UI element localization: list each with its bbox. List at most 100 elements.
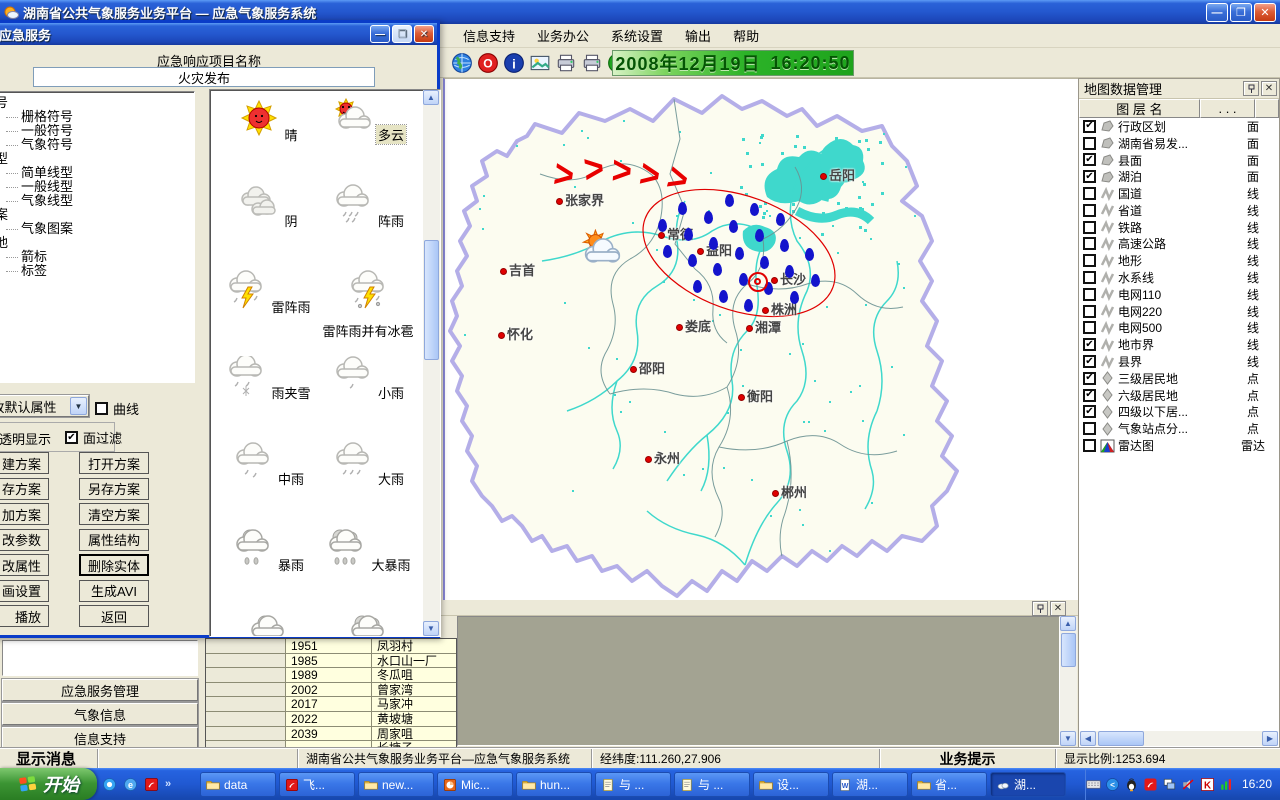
quick-launch-overflow-icon[interactable]: »	[165, 778, 171, 790]
msn-icon[interactable]	[102, 777, 117, 792]
layer-checkbox[interactable]: ✔	[1083, 405, 1096, 418]
close-icon[interactable]: ✕	[1050, 601, 1066, 616]
task-button-省...[interactable]: 省...	[911, 772, 987, 797]
dialog-button-建方案[interactable]: 建方案	[0, 452, 49, 474]
globe-icon[interactable]	[450, 51, 474, 75]
task-button-new...[interactable]: new...	[358, 772, 434, 797]
task-button-飞...[interactable]: 飞...	[279, 772, 355, 797]
layer-row-湖泊[interactable]: ✔湖泊面	[1079, 168, 1279, 185]
layer-checkbox[interactable]	[1083, 422, 1096, 435]
project-name-input[interactable]	[33, 67, 375, 87]
message-listbox[interactable]	[2, 640, 198, 676]
task-button-湖...[interactable]: 湖...	[990, 772, 1066, 797]
layer-row-地市界[interactable]: ✔地市界线	[1079, 336, 1279, 353]
table-row[interactable]: 2022黄坡塘	[206, 712, 456, 727]
layer-checkbox[interactable]: ✔	[1083, 153, 1096, 166]
layer-row-电网110[interactable]: 电网110线	[1079, 286, 1279, 303]
scroll-up-icon[interactable]: ▲	[1060, 616, 1076, 631]
dialog-button-生成AVI[interactable]: 生成AVI	[79, 580, 149, 602]
pin-icon[interactable]	[1032, 601, 1048, 616]
layer-row-县界[interactable]: ✔县界线	[1079, 353, 1279, 370]
weather-symbol-中雨[interactable]: 中雨	[218, 442, 318, 488]
scroll-down-icon[interactable]: ▼	[423, 621, 439, 636]
table-row[interactable]: 1985水口山一厂	[206, 654, 456, 669]
weather-symbol-阵雨[interactable]: 阵雨	[318, 184, 418, 230]
scroll-up-icon[interactable]: ▲	[423, 90, 439, 105]
tree-item-气象图案[interactable]: 气象图案	[0, 222, 194, 236]
layer-checkbox[interactable]	[1083, 288, 1096, 301]
tree-item-简单线型[interactable]: 简单线型	[0, 166, 194, 180]
weather-symbol-小雨[interactable]: 小雨	[318, 356, 418, 402]
dialog-button-画设置[interactable]: 画设置	[0, 580, 49, 602]
weather-symbol-阴[interactable]: 阴	[218, 184, 318, 230]
traffic-icon[interactable]	[1219, 777, 1234, 792]
station-table[interactable]: 1951凤羽村1985水口山一厂1989冬瓜咀2002曾家湾2017马家冲202…	[205, 638, 457, 758]
dialog-button-删除实体[interactable]: 删除实体	[79, 554, 149, 576]
scroll-left-icon[interactable]: ◀	[1080, 731, 1096, 746]
weather-symbol-晴[interactable]: 晴	[218, 98, 318, 144]
layer-checkbox[interactable]	[1083, 187, 1096, 200]
layer-row-国道[interactable]: 国道线	[1079, 185, 1279, 202]
layer-row-高速公路[interactable]: 高速公路线	[1079, 236, 1279, 253]
tree-root-图案[interactable]: 图案	[0, 208, 194, 222]
layer-row-三级居民地[interactable]: ✔三级居民地点	[1079, 370, 1279, 387]
weather-symbol-extra[interactable]	[318, 614, 418, 637]
layer-row-六级居民地[interactable]: ✔六级居民地点	[1079, 387, 1279, 404]
scroll-right-icon[interactable]: ▶	[1262, 731, 1278, 746]
face-filter-checkbox[interactable]: ✔	[65, 431, 78, 444]
stop-icon[interactable]: O	[476, 51, 500, 75]
dialog-button-加方案[interactable]: 加方案	[0, 503, 49, 525]
tree-item-气象符号[interactable]: 气象符号	[0, 138, 194, 152]
tree-item-栅格符号[interactable]: 栅格符号	[0, 110, 194, 124]
table-row[interactable]: 1989冬瓜咀	[206, 668, 456, 683]
tree-root-其他[interactable]: 其他	[0, 236, 194, 250]
col-cut[interactable]	[1255, 99, 1279, 118]
layer-checkbox[interactable]: ✔	[1083, 170, 1096, 183]
start-button[interactable]: 开始	[0, 768, 97, 800]
close-icon[interactable]: ✕	[1261, 81, 1277, 96]
layer-row-县面[interactable]: ✔县面面	[1079, 152, 1279, 169]
layer-row-水系线[interactable]: 水系线线	[1079, 269, 1279, 286]
weather-symbol-暴雨[interactable]: 暴雨	[218, 528, 318, 574]
layers-hscrollbar[interactable]: ◀ ▶	[1080, 731, 1278, 746]
table-row[interactable]: 2002曾家湾	[206, 683, 456, 698]
transparent-checkbox-row[interactable]: 透明显示	[0, 429, 51, 448]
layer-checkbox[interactable]	[1083, 137, 1096, 150]
redapp-icon[interactable]	[144, 777, 159, 792]
col-dots[interactable]: . . .	[1200, 99, 1255, 118]
tree-item-气象线型[interactable]: 气象线型	[0, 194, 194, 208]
default-props-combo[interactable]: 改默认属性 ▼	[0, 395, 89, 417]
dialog-button-存方案[interactable]: 存方案	[0, 478, 49, 500]
dialog-button-另存方案[interactable]: 另存方案	[79, 478, 149, 500]
weather-symbol-大雨[interactable]: 大雨	[318, 442, 418, 488]
layer-row-四级以下居...[interactable]: ✔四级以下居...点	[1079, 404, 1279, 421]
dialog-button-属性结构[interactable]: 属性结构	[79, 529, 149, 551]
layer-checkbox[interactable]	[1083, 271, 1096, 284]
menu-item-帮助[interactable]: 帮助	[722, 23, 770, 48]
layer-checkbox[interactable]: ✔	[1083, 389, 1096, 402]
symbols-scrollbar[interactable]: ▲ ▼	[423, 90, 440, 636]
layer-row-省道[interactable]: 省道线	[1079, 202, 1279, 219]
task-button-Mic...[interactable]: Mic...	[437, 772, 513, 797]
dialog-button-打开方案[interactable]: 打开方案	[79, 452, 149, 474]
fetion-icon[interactable]	[1143, 777, 1158, 792]
menu-item-信息支持[interactable]: 信息支持	[452, 23, 526, 48]
layer-checkbox[interactable]: ✔	[1083, 338, 1096, 351]
status-message-tab[interactable]: 显示消息	[0, 749, 98, 768]
task-button-与 ...[interactable]: 与 ...	[595, 772, 671, 797]
menu-item-业务办公[interactable]: 业务办公	[526, 23, 600, 48]
table-row[interactable]: 1951凤羽村	[206, 639, 456, 654]
tree-root-符号[interactable]: 符号	[0, 96, 194, 110]
table-row[interactable]: 2017马家冲	[206, 697, 456, 712]
tree-item-箭标[interactable]: 箭标	[0, 250, 194, 264]
bottom-vscrollbar[interactable]: ▲ ▼	[1060, 616, 1077, 746]
dialog-button-清空方案[interactable]: 清空方案	[79, 503, 149, 525]
scroll-thumb[interactable]	[424, 240, 439, 360]
layer-checkbox[interactable]: ✔	[1083, 120, 1096, 133]
tree-item-一般符号[interactable]: 一般符号	[0, 124, 194, 138]
layer-checkbox[interactable]: ✔	[1083, 355, 1096, 368]
restore-button[interactable]: ❐	[392, 25, 412, 43]
weather-symbol-多云[interactable]: 多云	[318, 98, 418, 144]
layer-checkbox[interactable]	[1083, 221, 1096, 234]
layer-checkbox[interactable]	[1083, 237, 1096, 250]
